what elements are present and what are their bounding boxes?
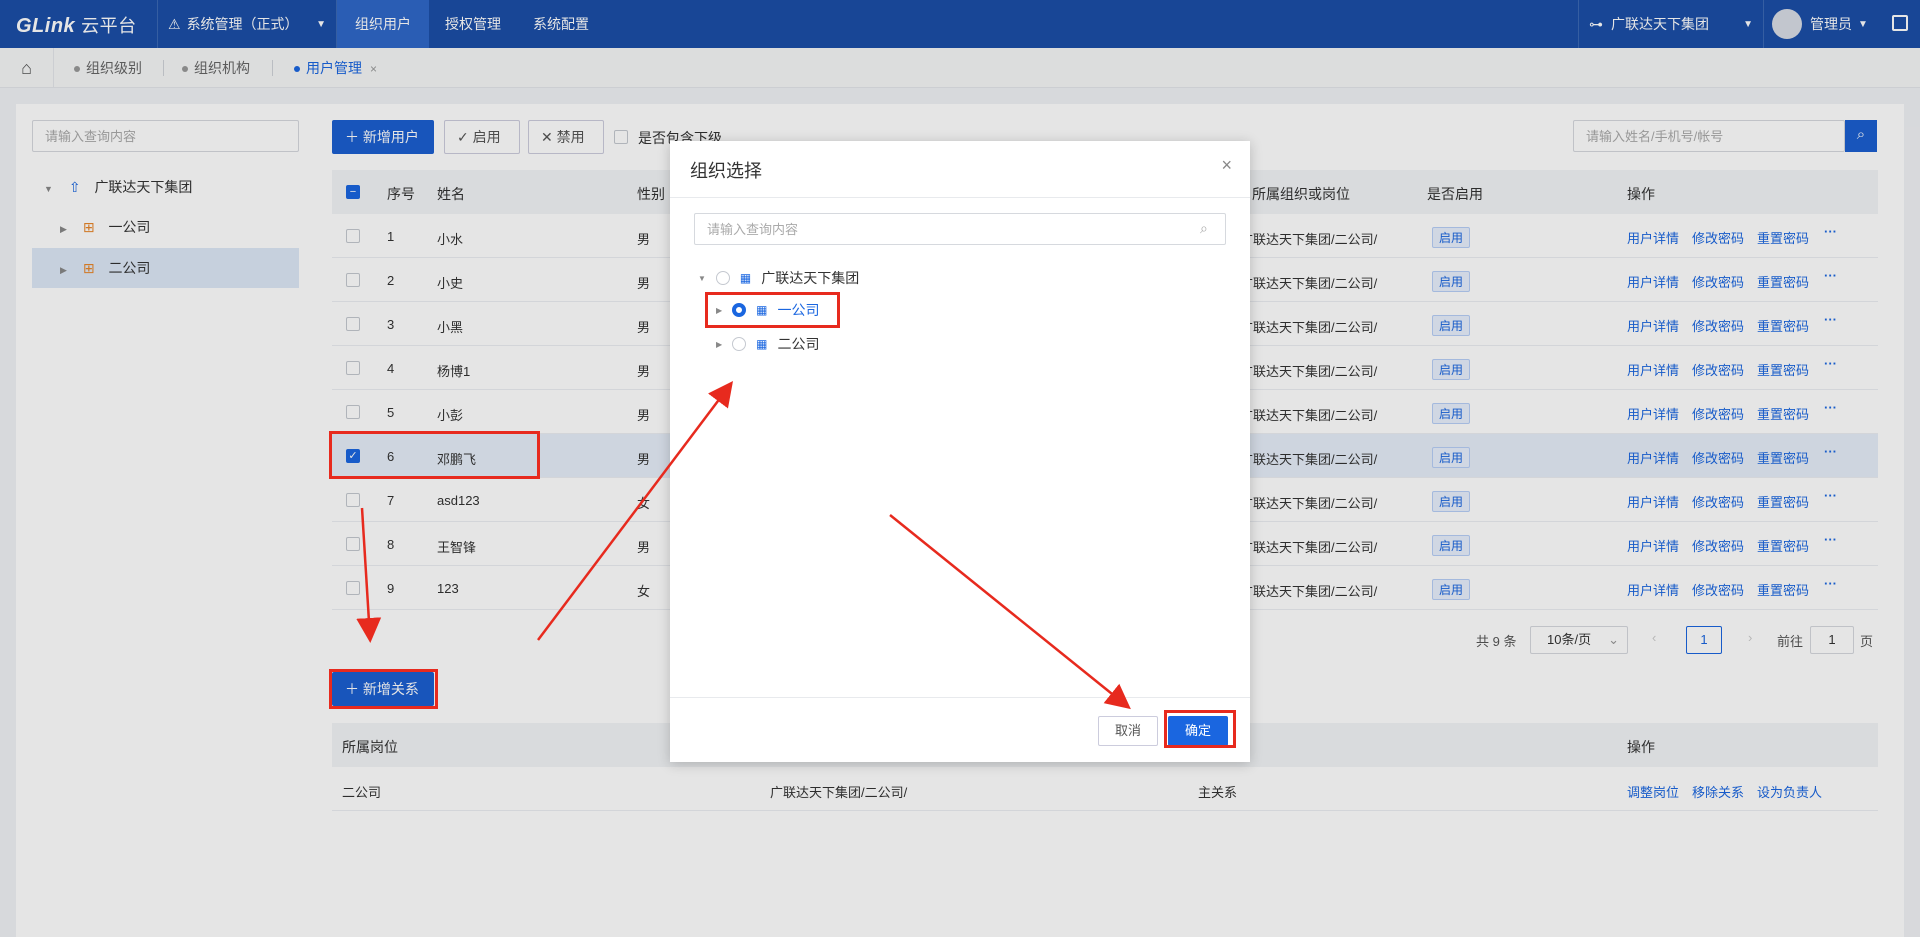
arrow-down — [356, 507, 382, 643]
annotation-arrows — [356, 381, 1131, 710]
arrow-to-confirm — [889, 514, 1131, 710]
arrow-to-dialog — [537, 381, 734, 641]
